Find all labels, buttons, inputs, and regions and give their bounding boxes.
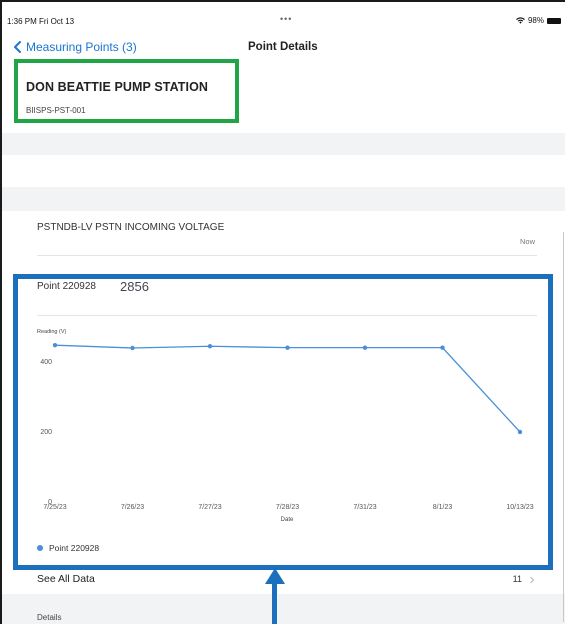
chart-highlight-box — [13, 274, 553, 570]
status-time: 1:36 PM Fri Oct 13 — [7, 17, 75, 26]
battery-percent: 98% — [527, 16, 544, 25]
multitask-dots[interactable]: ••• — [280, 14, 292, 24]
back-button-label: Measuring Points (3) — [26, 40, 137, 54]
reading-title: PSTNDB-LV PSTN INCOMING VOLTAGE — [37, 222, 225, 233]
scrollbar[interactable] — [563, 232, 564, 622]
divider — [37, 255, 537, 256]
section-separator — [2, 187, 565, 211]
back-button[interactable]: Measuring Points (3) — [12, 40, 137, 54]
chevron-right-icon[interactable] — [529, 576, 535, 584]
page-title: Point Details — [248, 41, 318, 53]
see-all-data-link[interactable]: See All Data — [37, 573, 95, 585]
see-all-count: 11 — [512, 574, 522, 584]
details-section — [2, 594, 565, 624]
battery-icon — [547, 17, 561, 24]
wifi-icon — [516, 17, 525, 24]
reading-timestamp: Now — [519, 237, 535, 246]
details-label: Details — [37, 613, 62, 622]
status-indicators: 98% — [516, 16, 561, 25]
annotation-arrow — [272, 582, 277, 624]
station-id: BIISPS-PST-001 — [26, 106, 86, 115]
status-bar: 1:36 PM Fri Oct 13 ••• 98% — [2, 2, 565, 36]
section-separator — [2, 133, 565, 155]
chevron-left-icon — [14, 41, 21, 53]
station-name: DON BEATTIE PUMP STATION — [26, 80, 209, 94]
app-screen: 1:36 PM Fri Oct 13 ••• 98% Measuring Poi… — [0, 0, 565, 624]
